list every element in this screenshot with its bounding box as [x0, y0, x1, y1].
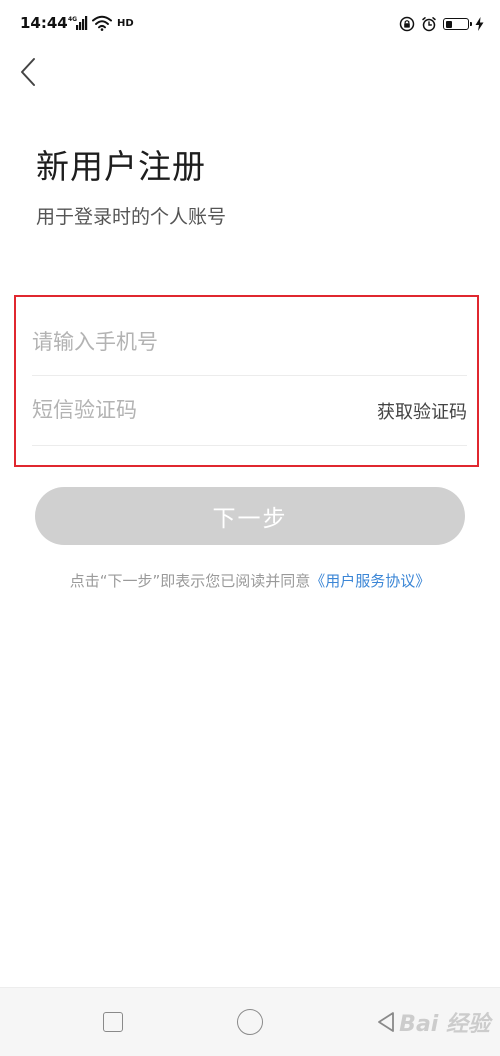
get-code-button[interactable]: 获取验证码	[377, 398, 467, 424]
code-field-row: 获取验证码	[32, 378, 467, 446]
status-bar: 14:44 4G HD	[0, 0, 500, 50]
agreement-prefix: 点击“下一步”即表示您已阅读并同意	[69, 572, 311, 590]
status-right-icons	[399, 14, 484, 34]
status-left-icons: 4G HD	[68, 14, 134, 32]
cellular-signal-icon: 4G	[68, 16, 88, 30]
network-label: 4G	[68, 16, 77, 23]
baidu-watermark: Bai 经验	[399, 1012, 490, 1037]
rotation-lock-icon	[399, 16, 415, 32]
user-agreement-link[interactable]: 《用户服务协议》	[310, 572, 430, 590]
alarm-clock-icon	[422, 17, 436, 32]
battery-cap	[470, 22, 472, 26]
page-title: 新用户注册	[36, 147, 206, 186]
back-button[interactable]	[10, 52, 46, 92]
hd-badge: HD	[117, 17, 134, 29]
battery-icon	[443, 18, 472, 30]
phone-input[interactable]	[32, 324, 352, 360]
status-time: 14:44	[20, 14, 68, 32]
sms-code-input[interactable]	[32, 392, 352, 428]
home-button[interactable]	[237, 1009, 263, 1035]
agreement-text: 点击“下一步”即表示您已阅读并同意《用户服务协议》	[0, 570, 500, 591]
charging-bolt-icon	[475, 17, 484, 31]
nav-back-icon[interactable]	[374, 1010, 398, 1034]
recent-apps-button[interactable]	[103, 1012, 123, 1032]
battery-fill	[445, 20, 453, 28]
chevron-left-icon	[21, 58, 35, 86]
page-subtitle: 用于登录时的个人账号	[36, 206, 227, 228]
phone-field-row	[32, 310, 467, 376]
next-step-button[interactable]: 下一步	[35, 487, 465, 545]
wifi-icon	[92, 15, 112, 31]
navigation-bar: Bai 经验	[0, 987, 500, 1056]
